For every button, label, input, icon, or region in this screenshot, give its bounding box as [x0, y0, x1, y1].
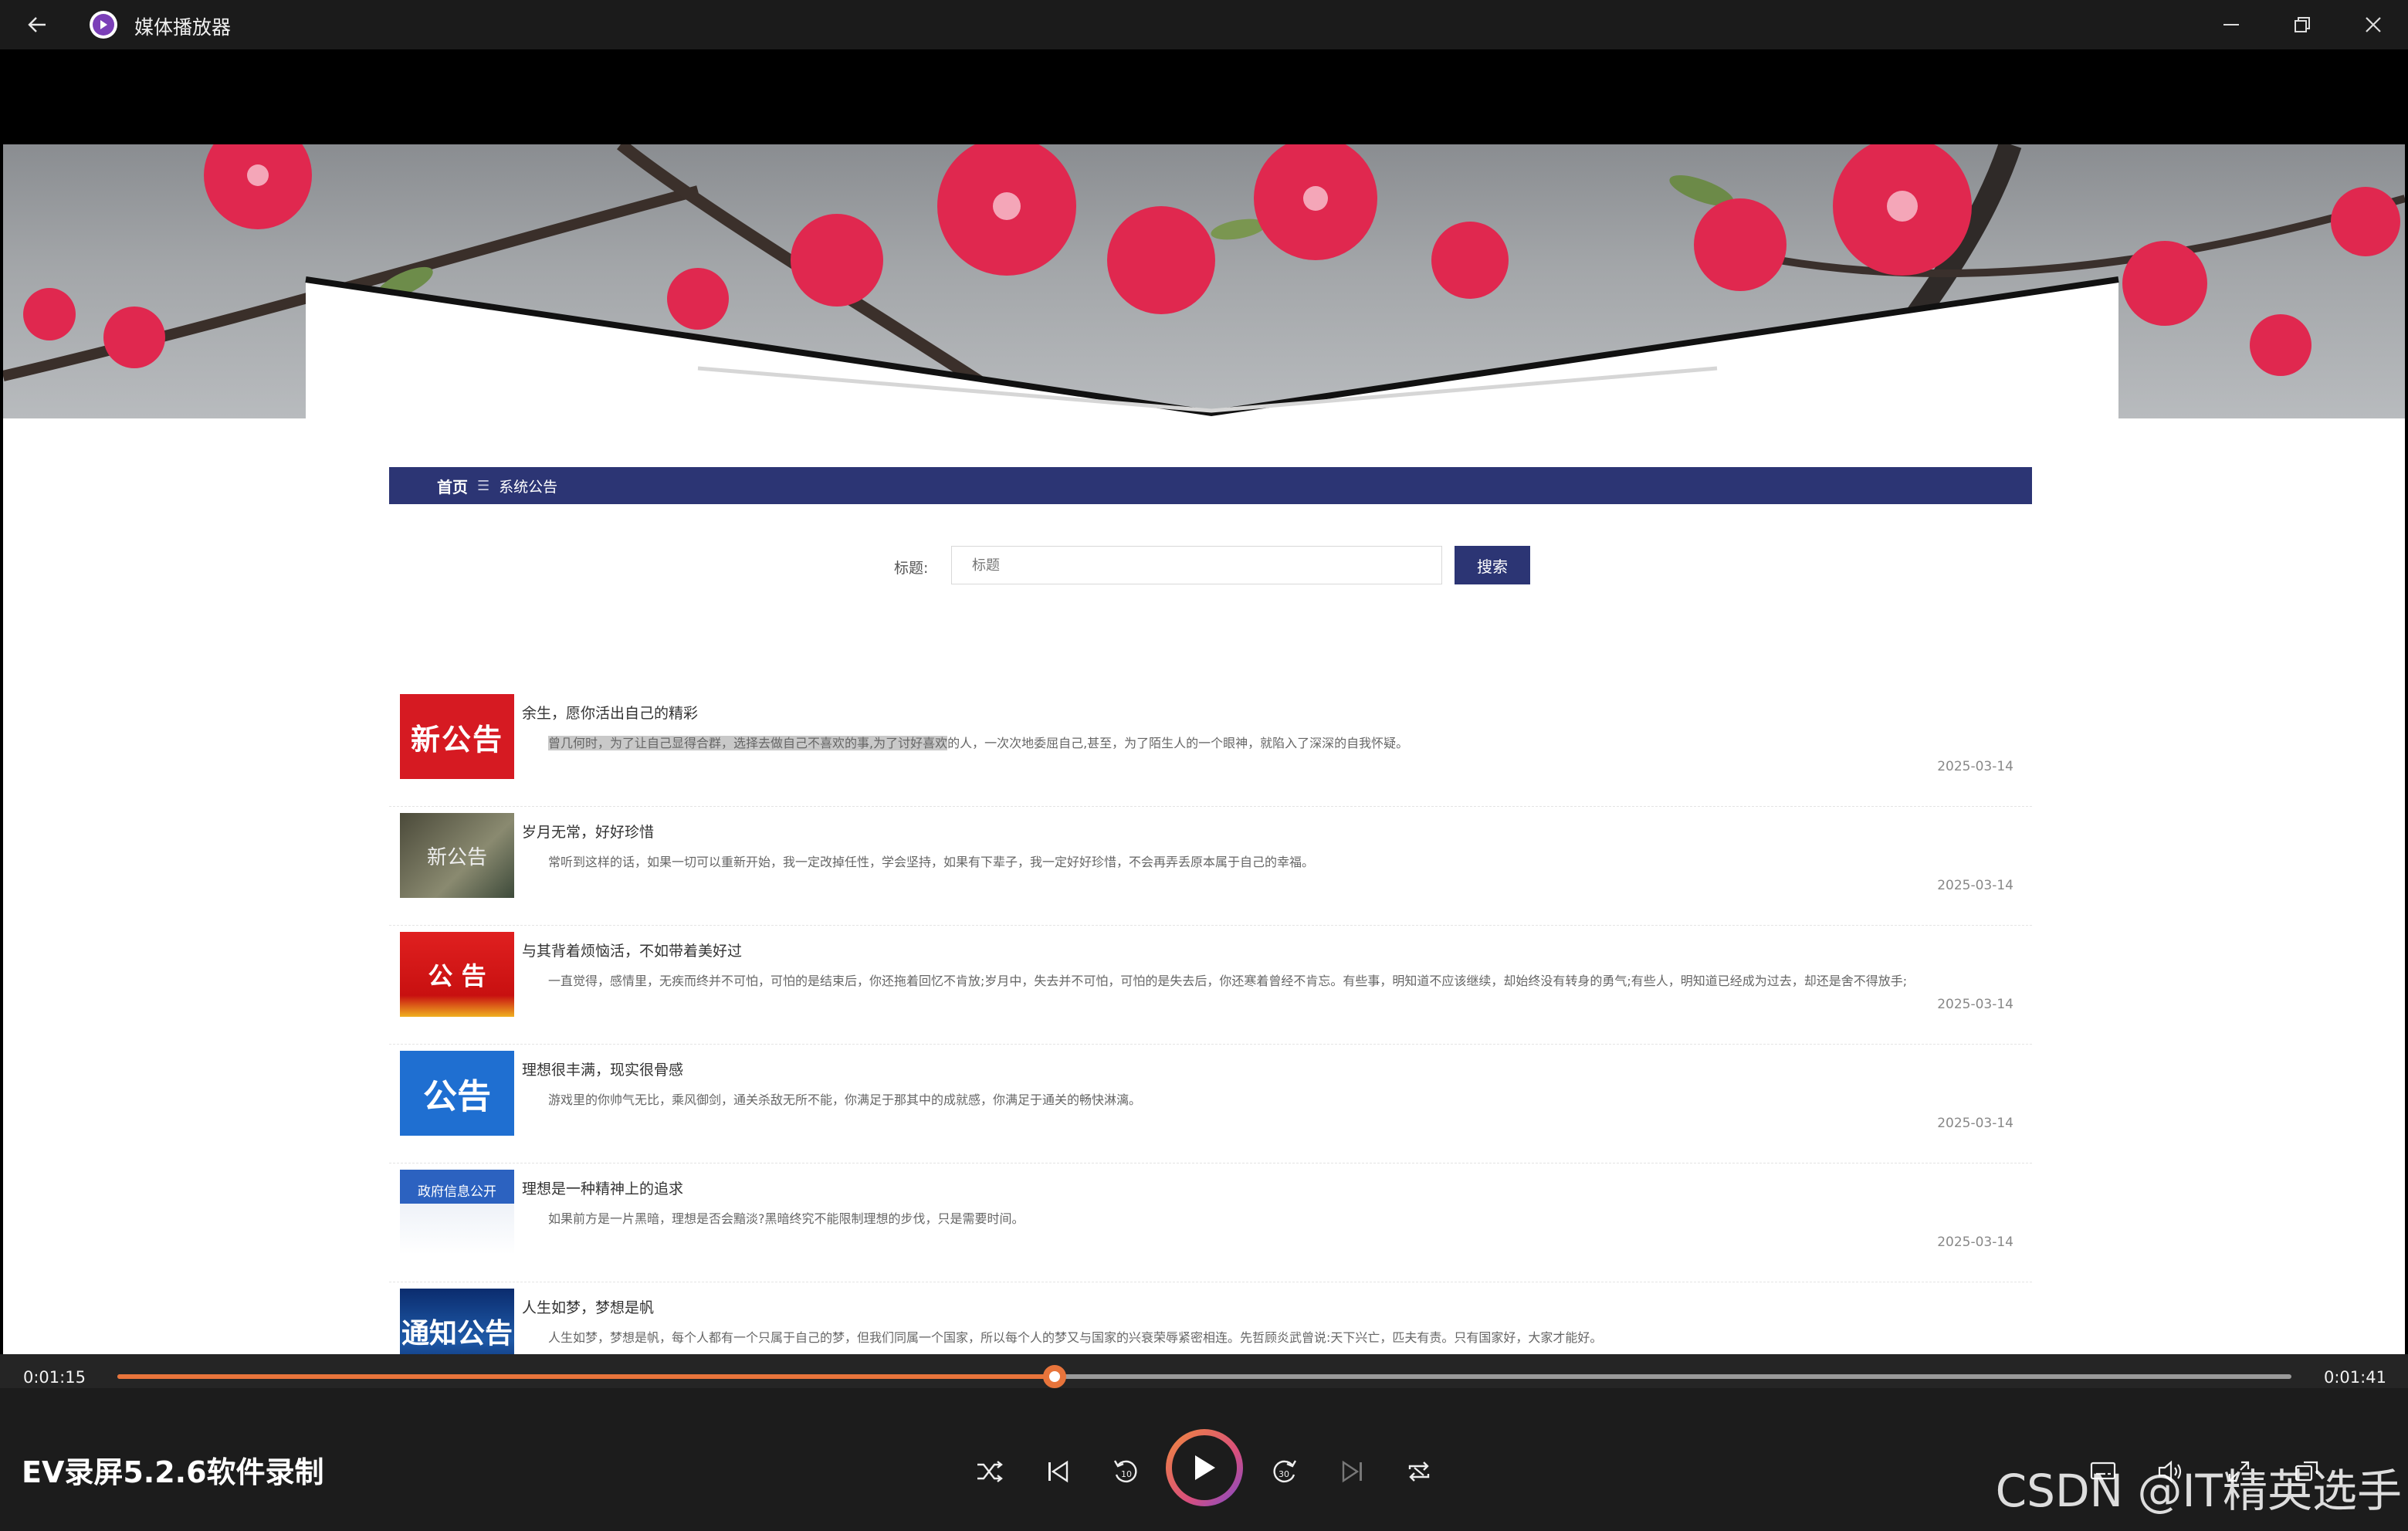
item-date: 2025-03-14: [1937, 759, 2013, 774]
thumbnail-text: 通知公告: [401, 1318, 513, 1350]
list-item[interactable]: 公告 理想很丰满，现实很骨感 游戏里的你帅气无比，乘风御剑，通关杀敌无所不能，你…: [389, 1045, 2032, 1163]
item-desc-text: 的人，一次次地委屈自己,甚至，为了陌生人的一个眼神，就陷入了深深的自我怀疑。: [947, 736, 1409, 750]
item-title[interactable]: 余生，愿你活出自己的精彩: [522, 702, 698, 723]
item-thumbnail[interactable]: 公告: [400, 1051, 514, 1136]
rewind-10-icon: 10: [1113, 1460, 1137, 1483]
forward-30-icon: 30: [1273, 1460, 1297, 1483]
window-title: 媒体播放器: [134, 16, 232, 39]
thumbnail-text: 公 告: [428, 961, 486, 991]
thumbnail-text: 新公告: [426, 845, 487, 869]
restore-icon: [2295, 17, 2310, 32]
item-desc: 一直觉得，感情里，无疾而终并不可怕，可怕的是结束后，你还拖着回忆不肯放;岁月中，…: [548, 974, 1908, 988]
repeat-button[interactable]: [1399, 1451, 1439, 1492]
item-desc-selected: 曾几何时，为了让自己显得合群，选择去做自己不喜欢的事,为了讨好喜欢: [548, 736, 948, 750]
breadcrumb-home[interactable]: 首页: [437, 475, 468, 497]
minimize-button[interactable]: [2213, 8, 2250, 42]
item-date: 2025-03-14: [1937, 878, 2013, 893]
item-thumbnail[interactable]: 新公告: [400, 813, 514, 898]
back-button[interactable]: [22, 11, 52, 39]
breadcrumb-separator-icon: ☰: [477, 477, 490, 494]
thumbnail-text: 政府信息公开: [418, 1184, 496, 1200]
item-thumbnail[interactable]: 公 告: [400, 932, 514, 1017]
restore-button[interactable]: [2284, 8, 2321, 42]
banner-image: [3, 144, 2405, 418]
list-item[interactable]: 新公告 余生，愿你活出自己的精彩 曾几何时，为了让自己显得合群，选择去做自己不喜…: [389, 688, 2032, 807]
title-bar: 媒体播放器: [0, 0, 2408, 49]
minimize-icon: [2223, 24, 2239, 25]
seek-progress: [117, 1374, 1055, 1379]
list-item[interactable]: 公 告 与其背着烦恼活，不如带着美好过 一直觉得，感情里，无疾而终并不可怕，可怕…: [389, 926, 2032, 1045]
item-desc: 曾几何时，为了让自己显得合群，选择去做自己不喜欢的事,为了讨好喜欢的人，一次次地…: [548, 733, 1408, 751]
item-title[interactable]: 理想是一种精神上的追求: [522, 1177, 683, 1198]
breadcrumb: 首页 ☰ 系统公告: [389, 467, 2032, 504]
next-button[interactable]: [1333, 1451, 1373, 1492]
thumbnail-text: 公告: [423, 1077, 491, 1116]
close-button[interactable]: [2355, 8, 2392, 42]
previous-icon: [1048, 1460, 1069, 1483]
svg-text:10: 10: [1121, 1469, 1132, 1479]
item-thumbnail[interactable]: 新公告: [400, 694, 514, 779]
item-desc: 常听到这样的话，如果一切可以重新开始，我一定改掉任性，学会坚持，如果有下辈子，我…: [548, 855, 1315, 869]
rewind-10-button[interactable]: 10: [1106, 1451, 1146, 1492]
item-desc: 人生如梦，梦想是帆，每个人都有一个只属于自己的梦，但我们同属一个国家，所以每个人…: [548, 1330, 1603, 1345]
total-time: 0:01:41: [2324, 1368, 2386, 1387]
play-button[interactable]: [1166, 1429, 1243, 1506]
search-label: 标题:: [894, 560, 929, 577]
seek-handle[interactable]: [1042, 1365, 1066, 1388]
item-desc: 如果前方是一片黑暗，理想是否会黯淡?黑暗终究不能限制理想的步伐，只是需要时间。: [548, 1211, 1025, 1226]
item-title[interactable]: 岁月无常，好好珍惜: [522, 821, 654, 842]
item-desc: 游戏里的你帅气无比，乘风御剑，通关杀敌无所不能，你满足于那其中的成就感，你满足于…: [548, 1092, 1142, 1107]
list-item[interactable]: 通知公告 人生如梦，梦想是帆 人生如梦，梦想是帆，每个人都有一个只属于自己的梦，…: [389, 1282, 2032, 1354]
seek-bar[interactable]: [117, 1365, 2291, 1388]
play-icon: [1195, 1455, 1215, 1480]
svg-text:30: 30: [1279, 1469, 1289, 1479]
list-item[interactable]: 政府信息公开 理想是一种精神上的追求 如果前方是一片黑暗，理想是否会黯淡?黑暗终…: [389, 1163, 2032, 1282]
shuffle-button[interactable]: [970, 1451, 1010, 1492]
item-title[interactable]: 与其背着烦恼活，不如带着美好过: [522, 940, 742, 960]
item-thumbnail[interactable]: 通知公告: [400, 1289, 514, 1354]
item-date: 2025-03-14: [1937, 1116, 2013, 1131]
item-date: 2025-03-14: [1937, 1235, 2013, 1250]
breadcrumb-current: 系统公告: [499, 478, 558, 496]
watermark: CSDN @IT精英选手: [1995, 1465, 2402, 1517]
video-area[interactable]: 首页 ☰ 系统公告 标题: 搜索 新公告 余生，愿你活出自己的精彩 曾几何时，为…: [0, 49, 2408, 1354]
play-button-inner: [1172, 1435, 1237, 1500]
list-item[interactable]: 新公告 岁月无常，好好珍惜 常听到这样的话，如果一切可以重新开始，我一定改掉任性…: [389, 807, 2032, 926]
item-thumbnail[interactable]: 政府信息公开: [400, 1170, 514, 1255]
close-icon: [2366, 17, 2381, 32]
seek-strip: [0, 1354, 2408, 1388]
back-arrow-icon: [28, 17, 46, 32]
item-date: 2025-03-14: [1937, 997, 2013, 1012]
repeat-icon: [1408, 1462, 1430, 1482]
item-title[interactable]: 人生如梦，梦想是帆: [522, 1296, 654, 1317]
search-button[interactable]: 搜索: [1455, 546, 1530, 584]
previous-button[interactable]: [1038, 1451, 1078, 1492]
now-playing-title: EV录屏5.2.6软件录制: [22, 1455, 324, 1489]
next-icon: [1342, 1460, 1362, 1483]
item-title[interactable]: 理想很丰满，现实很骨感: [522, 1058, 683, 1079]
title-search-input[interactable]: [951, 546, 1442, 584]
current-time: 0:01:15: [23, 1368, 86, 1387]
shuffle-icon: [977, 1461, 1003, 1482]
thumbnail-text: 新公告: [410, 722, 503, 757]
video-frame: 首页 ☰ 系统公告 标题: 搜索 新公告 余生，愿你活出自己的精彩 曾几何时，为…: [3, 144, 2405, 1354]
media-player-icon: [90, 11, 117, 39]
forward-30-button[interactable]: 30: [1265, 1451, 1305, 1492]
